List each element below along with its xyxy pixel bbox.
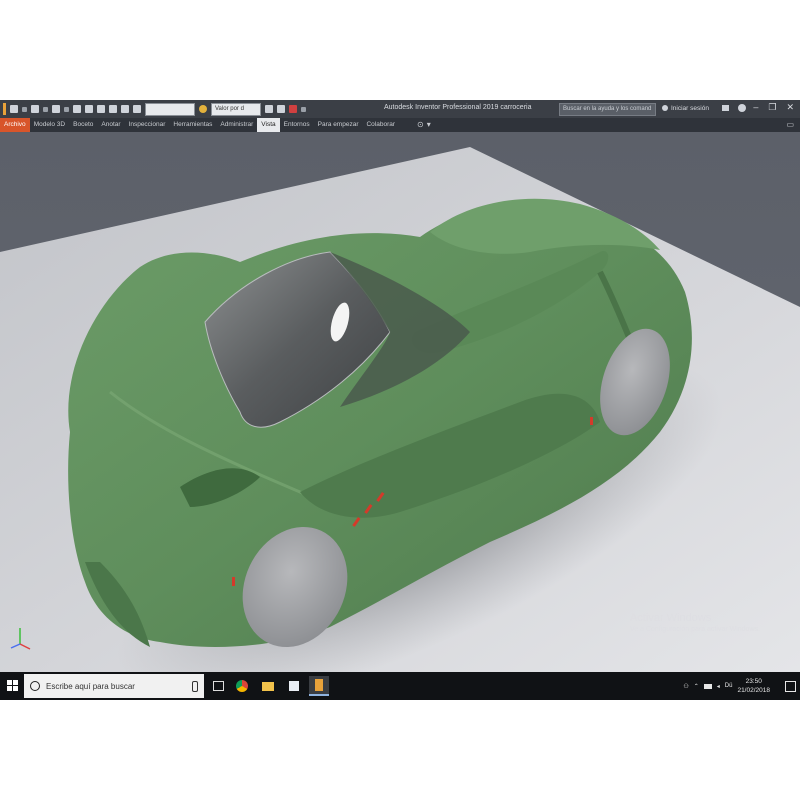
save-icon[interactable] [52, 105, 60, 113]
ribbon-tab-2[interactable]: Boceto [69, 118, 97, 132]
select-icon[interactable] [121, 105, 129, 113]
taskbar-search-placeholder: Escribe aquí para buscar [46, 681, 135, 691]
battery-icon[interactable] [703, 683, 712, 689]
chrome-icon[interactable] [232, 676, 252, 696]
view-axis-triad [10, 628, 31, 650]
quick-access-toolbar: Valor por d [3, 102, 306, 116]
dropdown-arrow-icon[interactable] [22, 106, 27, 112]
people-icon[interactable]: ⚇ [683, 683, 688, 690]
ribbon-tab-0[interactable]: Archivo [0, 118, 30, 132]
watermark-subtitle: Ve a Configuración para activar Windows. [630, 626, 760, 633]
clock-time: 23:50 [745, 678, 762, 685]
appearance-dropdown[interactable]: Valor por d [211, 102, 261, 116]
sign-in-button[interactable]: Iniciar sesión [662, 104, 746, 112]
help-icon[interactable] [737, 104, 746, 112]
ribbon-toggle-icon[interactable]: ⊙ [417, 120, 424, 129]
notification-icon[interactable] [785, 680, 796, 692]
file-explorer-icon[interactable] [258, 676, 278, 696]
cart-icon[interactable] [721, 105, 729, 111]
clear-appearance-icon[interactable] [265, 105, 273, 113]
ribbon-tabs: Archivo Modelo 3D Boceto Anotar Inspeccionar… [0, 118, 800, 132]
close-button[interactable]: ✕ [786, 102, 794, 113]
taskbar-search-box[interactable]: Escribe aquí para buscar [24, 674, 204, 698]
windows-start-icon[interactable] [7, 680, 18, 691]
update-icon[interactable] [109, 105, 117, 113]
parameters-icon[interactable] [277, 105, 285, 113]
sign-in-label: Iniciar sesión [671, 104, 709, 112]
home-icon[interactable] [97, 105, 105, 113]
clock-date: 21/02/2018 [737, 687, 770, 694]
inventor-taskbar-icon[interactable] [309, 676, 329, 696]
tray-arrow-icon[interactable]: ⌃ [694, 683, 699, 690]
ribbon-tab-7[interactable]: Vista [257, 118, 280, 132]
ribbon-tab-6[interactable]: Administrar [216, 118, 257, 132]
measure-icon[interactable] [133, 105, 141, 113]
plus-icon[interactable] [289, 105, 297, 113]
ribbon-tab-1[interactable]: Modelo 3D [30, 118, 69, 132]
clock[interactable]: 23:50 21/02/2018 [737, 677, 770, 695]
material-dropdown[interactable] [145, 102, 195, 116]
activation-watermark: Activar Windows Ve a Configuración para … [630, 612, 760, 633]
minimize-button[interactable]: – [753, 102, 758, 113]
redo-icon[interactable] [85, 105, 93, 113]
ribbon-tab-3[interactable]: Anotar [97, 118, 124, 132]
ribbon-minimize-icon[interactable]: ▭ [786, 120, 794, 129]
open-folder-icon[interactable] [31, 105, 39, 113]
screenshot-frame: Valor por d Autodesk Inventor Profession… [0, 100, 800, 700]
maximize-button[interactable]: ❐ [768, 102, 776, 113]
window-controls: – ❐ ✕ [753, 102, 794, 113]
volume-icon[interactable]: ◂ [717, 683, 720, 690]
help-search-input[interactable]: Buscar en la ayuda y los comand [559, 103, 656, 116]
rear-marker-light [590, 417, 593, 425]
dropdown-arrow-icon[interactable] [64, 106, 69, 112]
user-icon [662, 105, 668, 111]
chevron-down-icon[interactable]: ▾ [427, 120, 431, 129]
ribbon-tab-9[interactable]: Para empezar [314, 118, 363, 132]
car-model-render[interactable] [0, 132, 800, 672]
language-indicator[interactable]: Dü [725, 683, 733, 689]
ribbon-options[interactable]: ⊙ ▾ [417, 120, 431, 129]
store-icon[interactable] [284, 676, 304, 696]
dropdown-arrow-icon[interactable] [43, 106, 48, 112]
title-bar: Valor por d Autodesk Inventor Profession… [0, 100, 800, 118]
cortana-icon [30, 681, 40, 691]
appearance-sphere-icon [199, 105, 207, 113]
watermark-title: Activar Windows [630, 612, 712, 624]
graphics-viewport[interactable]: Activar Windows Ve a Configuración para … [0, 132, 800, 672]
customize-arrow-icon[interactable] [301, 106, 306, 112]
window-title: Autodesk Inventor Professional 2019 carr… [384, 104, 532, 111]
undo-icon[interactable] [73, 105, 81, 113]
task-view-icon[interactable] [208, 676, 228, 696]
ribbon-bar: Archivo Modelo 3D Boceto Anotar Inspeccionar… [0, 118, 800, 132]
ribbon-tab-4[interactable]: Inspeccionar [125, 118, 170, 132]
new-file-icon[interactable] [10, 105, 18, 113]
windows-taskbar: Escribe aquí para buscar ⚇ ⌃ ◂ Dü 23:50 … [0, 672, 800, 700]
front-marker-light [232, 577, 235, 586]
inventor-logo-icon [3, 103, 6, 115]
microphone-icon[interactable] [192, 681, 198, 692]
ribbon-tab-8[interactable]: Entornos [280, 118, 314, 132]
ribbon-tab-10[interactable]: Colaborar [362, 118, 399, 132]
ribbon-tab-5[interactable]: Herramientas [169, 118, 216, 132]
system-tray: ⚇ ⌃ ◂ Dü 23:50 21/02/2018 [683, 675, 796, 697]
